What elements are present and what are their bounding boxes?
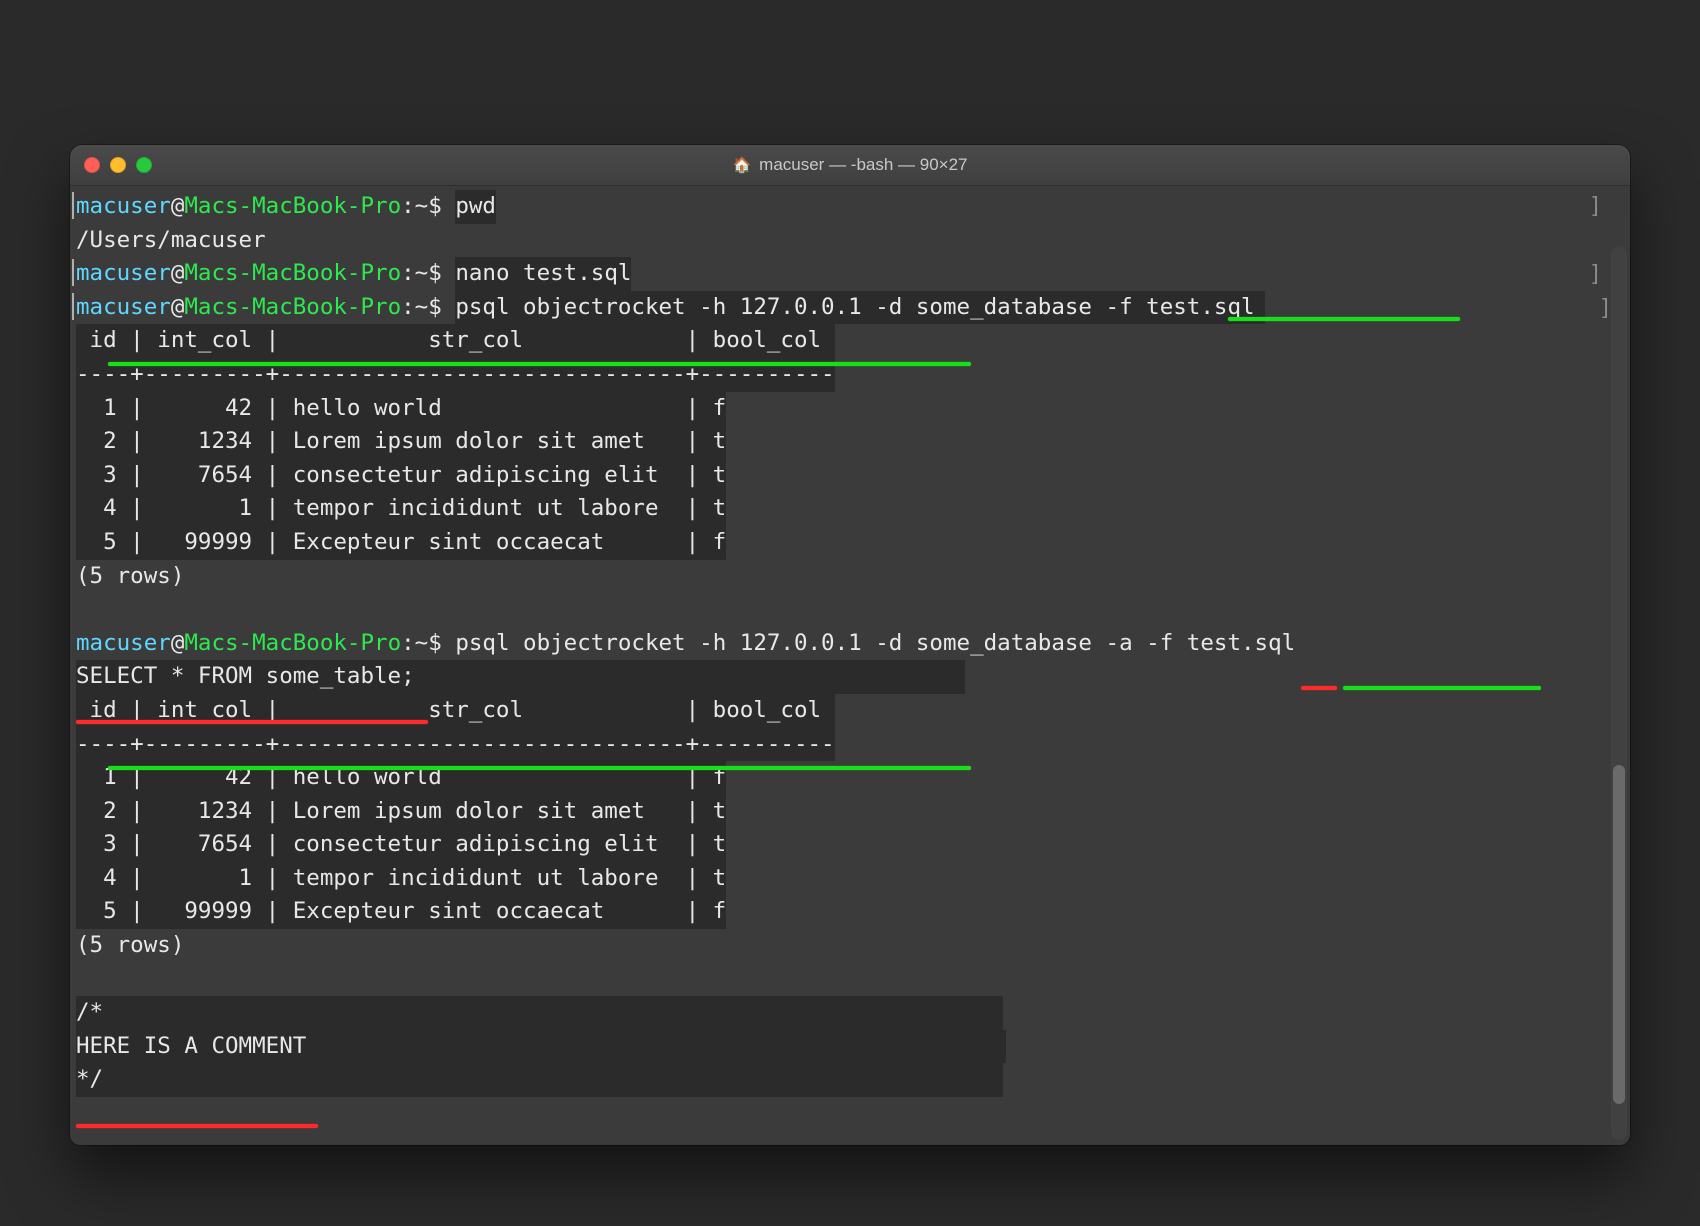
cursor-icon (72, 192, 74, 219)
annotation-underline-green (108, 362, 971, 366)
comment-close: */ (76, 1063, 1003, 1097)
echoed-sql: SELECT * FROM some_table; (76, 660, 965, 694)
prompt-path: :~ (401, 193, 428, 219)
prompt-host: Macs-MacBook-Pro (184, 193, 401, 219)
command-text: pwd (455, 190, 496, 224)
terminal-body[interactable]: ] ] ] macuser@Macs-MacBook-Pro:~$ pwd /U… (70, 186, 1630, 1145)
traffic-lights (84, 157, 152, 173)
annotation-underline-green (108, 766, 971, 770)
terminal-line: HERE IS A COMMENT (70, 1030, 1630, 1064)
table-row: 2 | 1234 | Lorem ipsum dolor sit amet | … (76, 425, 726, 459)
table-row: 2 | 1234 | Lorem ipsum dolor sit amet | … (76, 795, 726, 829)
table-row: 4 | 1 | tempor incididunt ut labore | t (76, 862, 726, 896)
annotation-underline-green (1343, 686, 1541, 690)
prompt-user: macuser (76, 193, 171, 219)
annotation-underline-green (1228, 317, 1460, 321)
annotation-underline-red (1301, 686, 1337, 690)
command-text: nano test.sql (455, 257, 631, 291)
annotation-underline-red (76, 1124, 318, 1128)
table-separator: ----+---------+-------------------------… (76, 728, 835, 762)
home-icon: 🏠 (732, 156, 751, 174)
terminal-window: 🏠 macuser — -bash — 90×27 ] ] ] macuser@… (70, 145, 1630, 1145)
table-row: 3 | 7654 | consectetur adipiscing elit |… (76, 828, 726, 862)
terminal-line: */ (70, 1063, 1630, 1097)
comment-body: HERE IS A COMMENT (76, 1030, 1006, 1064)
prompt-at: @ (171, 193, 185, 219)
query-output-block: id | int_col | str_col | bool_col ----+-… (70, 694, 1630, 963)
terminal-line: macuser@Macs-MacBook-Pro:~$ psql objectr… (70, 627, 1630, 661)
row-count: (5 rows) (76, 563, 184, 589)
terminal-line: /Users/macuser (70, 224, 1630, 258)
scrollbar-thumb[interactable] (1613, 765, 1625, 1105)
table-row: 5 | 99999 | Excepteur sint occaecat | f (76, 526, 726, 560)
command-text: psql objectrocket -h 127.0.0.1 -d some_d… (455, 630, 1295, 656)
scroll-indicator-icon: ] (1599, 292, 1612, 326)
table-header: id | int_col | str_col | bool_col (76, 324, 835, 358)
minimize-icon[interactable] (110, 157, 126, 173)
table-row: 5 | 99999 | Excepteur sint occaecat | f (76, 895, 726, 929)
prompt-sigil: $ (428, 193, 442, 219)
table-row: 4 | 1 | tempor incididunt ut labore | t (76, 492, 726, 526)
terminal-line (70, 593, 1630, 627)
window-title-text: macuser — -bash — 90×27 (759, 155, 967, 175)
output-text: /Users/macuser (76, 227, 266, 253)
annotation-underline-red (76, 720, 428, 724)
scroll-indicator-icon: ] (1589, 190, 1602, 224)
close-icon[interactable] (84, 157, 100, 173)
zoom-icon[interactable] (136, 157, 152, 173)
scroll-indicator-icon: ] (1589, 258, 1602, 292)
terminal-line: /* (70, 996, 1630, 1030)
command-text: psql objectrocket -h 127.0.0.1 -d some_d… (455, 291, 1264, 325)
scrollbar[interactable] (1611, 246, 1627, 1140)
cursor-icon (72, 293, 74, 320)
table-row: 1 | 42 | hello world | f (76, 392, 726, 426)
terminal-line: macuser@Macs-MacBook-Pro:~$ nano test.sq… (70, 257, 1630, 291)
titlebar[interactable]: 🏠 macuser — -bash — 90×27 (70, 145, 1630, 186)
terminal-line: macuser@Macs-MacBook-Pro:~$ pwd (70, 190, 1630, 224)
window-title: 🏠 macuser — -bash — 90×27 (70, 155, 1630, 175)
row-count: (5 rows) (76, 932, 184, 958)
cursor-icon (72, 259, 74, 286)
table-row: 3 | 7654 | consectetur adipiscing elit |… (76, 459, 726, 493)
terminal-line (70, 963, 1630, 997)
comment-open: /* (76, 996, 1003, 1030)
